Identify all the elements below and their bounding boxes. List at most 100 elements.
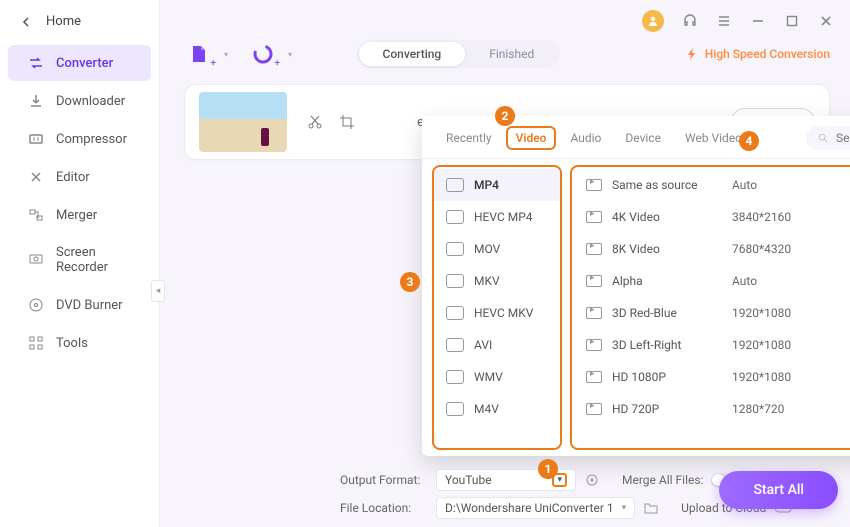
sidebar-item-label: Tools: [56, 336, 88, 351]
preset-item[interactable]: 3D Red-Blue1920*1080: [572, 297, 850, 329]
preset-name: HD 1080P: [612, 370, 722, 384]
video-thumbnail[interactable]: [199, 92, 287, 152]
sidebar-item-label: DVD Burner: [56, 298, 123, 313]
format-item[interactable]: HEVC MKV: [434, 297, 560, 329]
merge-label: Merge All Files:: [622, 473, 703, 487]
format-list: MP4 HEVC MP4 MOV MKV HEVC MKVAVIWMV M4V: [432, 165, 562, 450]
sidebar-item-label: Screen Recorder: [56, 245, 137, 275]
format-icon: [446, 210, 464, 224]
open-folder-icon[interactable]: [643, 500, 659, 516]
preset-icon: [586, 243, 602, 255]
preset-item[interactable]: 3D Left-Right1920*1080: [572, 329, 850, 361]
format-item[interactable]: MKV: [434, 265, 560, 297]
preset-value: Auto: [732, 178, 850, 192]
format-icon: [446, 370, 464, 384]
tab-converting[interactable]: Converting: [359, 42, 466, 66]
search-icon: [818, 132, 828, 144]
avatar[interactable]: [642, 10, 664, 32]
format-name: MOV: [474, 242, 500, 256]
preset-value: 7680*4320: [732, 242, 850, 256]
preset-item[interactable]: HD 720P1280*720: [572, 393, 850, 425]
sidebar-item-label: Downloader: [56, 94, 125, 109]
headset-icon[interactable]: [682, 13, 698, 29]
popover-tabs: Recently Video Audio Device Web Video: [436, 126, 752, 150]
preset-item[interactable]: AlphaAuto: [572, 265, 850, 297]
search-input[interactable]: [834, 130, 850, 146]
sidebar-item-tools[interactable]: Tools: [8, 325, 151, 361]
compressor-icon: [28, 131, 44, 147]
tab-video[interactable]: Video: [506, 126, 557, 150]
tab-audio[interactable]: Audio: [560, 126, 611, 150]
output-format-value: YouTube: [445, 473, 492, 487]
chevron-down-icon[interactable]: ▾: [288, 50, 292, 59]
maximize-icon[interactable]: [784, 13, 800, 29]
titlebar: [160, 0, 850, 36]
preset-value: 1920*1080: [732, 370, 850, 384]
sidebar-item-screen-recorder[interactable]: Screen Recorder: [8, 235, 151, 285]
settings-icon[interactable]: [584, 472, 600, 488]
preset-item[interactable]: HD 1080P 1920*1080: [572, 361, 850, 393]
format-name: HEVC MP4: [474, 210, 533, 224]
preset-icon: [586, 371, 602, 383]
close-icon[interactable]: [818, 13, 834, 29]
high-speed-conversion[interactable]: High Speed Conversion: [685, 47, 830, 61]
callout-1: 1: [538, 459, 558, 479]
preset-item[interactable]: 4K Video 3840*2160: [572, 201, 850, 233]
back-home[interactable]: Home: [0, 6, 159, 43]
format-popover: Recently Video Audio Device Web Video MP…: [422, 116, 850, 456]
preset-name: HD 720P: [612, 402, 722, 416]
format-name: MKV: [474, 274, 500, 288]
start-all-button[interactable]: Start All: [719, 471, 838, 509]
download-icon: [28, 93, 44, 109]
file-location-select[interactable]: D:\Wondershare UniConverter 1 ▾: [436, 497, 635, 519]
mode-segment: Converting Finished: [357, 40, 561, 68]
thumbnail-tools: [307, 114, 355, 130]
menu-icon[interactable]: [716, 13, 732, 29]
preset-icon: [586, 211, 602, 223]
format-name: M4V: [474, 402, 499, 416]
preset-name: 8K Video: [612, 242, 722, 256]
popover-body: MP4 HEVC MP4 MOV MKV HEVC MKVAVIWMV M4V Same …: [422, 159, 850, 456]
search-box[interactable]: [806, 126, 850, 150]
format-item[interactable]: AVI: [434, 329, 560, 361]
sidebar-item-merger[interactable]: Merger: [8, 197, 151, 233]
tab-finished[interactable]: Finished: [465, 42, 558, 66]
preset-item[interactable]: Same as sourceAuto: [572, 169, 850, 201]
tab-recently[interactable]: Recently: [436, 126, 502, 150]
format-name: MP4: [474, 178, 499, 192]
chevron-down-icon[interactable]: ▾: [224, 50, 228, 59]
sidebar-item-converter[interactable]: Converter: [8, 45, 151, 81]
merger-icon: [28, 207, 44, 223]
sidebar: Home Converter Downloader Compressor Edi…: [0, 0, 160, 527]
preset-value: 1920*1080: [732, 338, 850, 352]
disc-icon: [28, 297, 44, 313]
preset-value: 1920*1080: [732, 306, 850, 320]
format-item[interactable]: WMV: [434, 361, 560, 393]
add-url-button[interactable]: +: [248, 41, 278, 67]
preset-name: 4K Video: [612, 210, 722, 224]
sidebar-item-editor[interactable]: Editor: [8, 159, 151, 195]
crop-icon[interactable]: [339, 114, 355, 130]
format-icon: [446, 306, 464, 320]
format-item[interactable]: MP4: [434, 169, 560, 201]
format-icon: [446, 274, 464, 288]
sidebar-item-dvd-burner[interactable]: DVD Burner: [8, 287, 151, 323]
chevron-left-icon: [22, 17, 32, 27]
main-panel: + ▾ + ▾ Converting Finished High Speed C…: [160, 0, 850, 527]
lightning-icon: [685, 47, 699, 61]
minimize-icon[interactable]: [750, 13, 766, 29]
preset-item[interactable]: 8K Video 7680*4320: [572, 233, 850, 265]
format-item[interactable]: M4V: [434, 393, 560, 425]
home-label: Home: [46, 14, 81, 29]
format-item[interactable]: MOV: [434, 233, 560, 265]
file-location-label: File Location:: [340, 501, 428, 515]
format-item[interactable]: HEVC MP4: [434, 201, 560, 233]
converter-icon: [28, 55, 44, 71]
chevron-down-icon: ▾: [622, 503, 627, 513]
add-file-button[interactable]: +: [184, 41, 214, 67]
sidebar-item-compressor[interactable]: Compressor: [8, 121, 151, 157]
sidebar-item-downloader[interactable]: Downloader: [8, 83, 151, 119]
cut-icon[interactable]: [307, 114, 323, 130]
preset-value: 3840*2160: [732, 210, 850, 224]
tab-device[interactable]: Device: [615, 126, 671, 150]
